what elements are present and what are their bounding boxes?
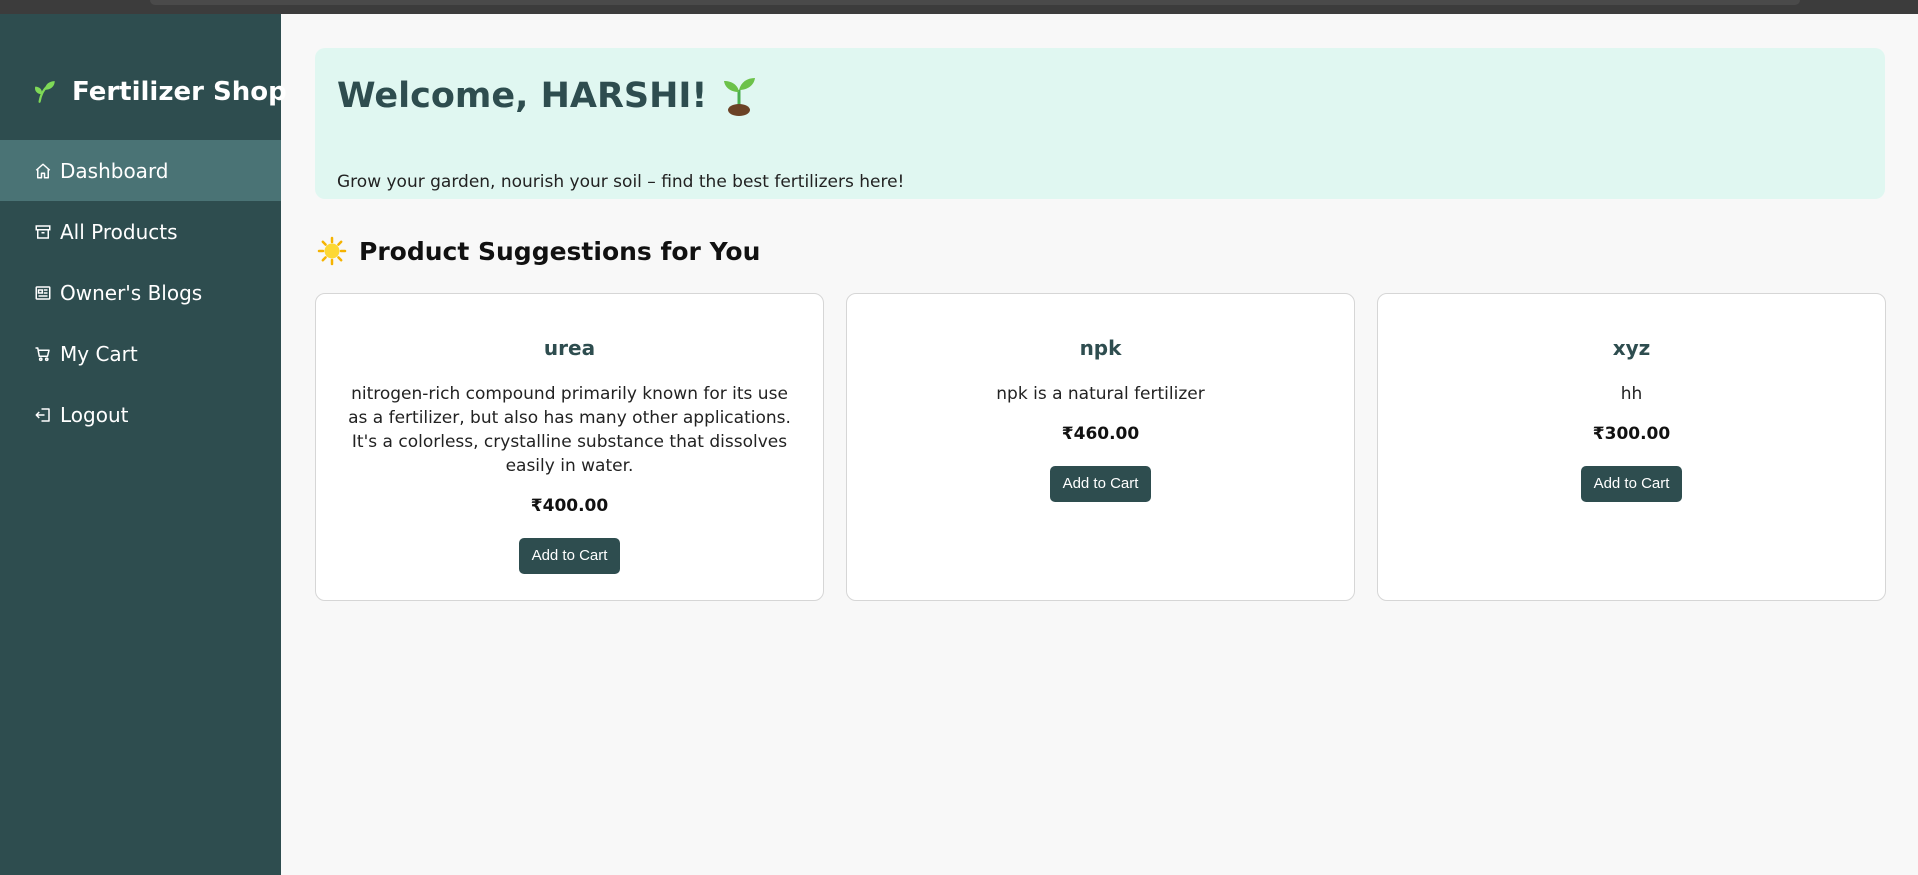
add-to-cart-button[interactable]: Add to Cart bbox=[518, 538, 621, 574]
product-card: xyz hh ₹300.00 Add to Cart bbox=[1377, 293, 1886, 601]
product-description: npk is a natural fertilizer bbox=[996, 384, 1205, 404]
logout-icon bbox=[35, 407, 50, 422]
product-name: xyz bbox=[1612, 336, 1651, 360]
brand-title: Fertilizer Shop bbox=[72, 77, 287, 107]
archive-box-icon bbox=[35, 224, 51, 239]
newspaper-icon bbox=[35, 285, 51, 300]
add-to-cart-button[interactable]: Add to Cart bbox=[1049, 466, 1152, 502]
sidebar-item-logout[interactable]: Logout bbox=[0, 384, 281, 445]
main-content: Welcome, HARSHI! Grow your garden, nouri… bbox=[281, 14, 1918, 875]
sidebar-item-label: My Cart bbox=[60, 341, 138, 366]
cart-icon bbox=[35, 346, 50, 361]
product-name: urea bbox=[543, 336, 596, 360]
sidebar-item-label: All Products bbox=[60, 219, 178, 244]
sidebar-item-owners-blogs[interactable]: Owner's Blogs bbox=[0, 262, 281, 323]
welcome-heading: Welcome, HARSHI! bbox=[337, 76, 757, 116]
suggestions-heading: Product Suggestions for You bbox=[317, 236, 760, 266]
welcome-subtitle: Grow your garden, nourish your soil – fi… bbox=[337, 172, 905, 192]
product-price: ₹400.00 bbox=[530, 496, 609, 516]
browser-tab-strip bbox=[150, 0, 1800, 5]
sidebar-item-label: Dashboard bbox=[60, 158, 169, 183]
product-name: npk bbox=[1079, 336, 1122, 360]
welcome-banner: Welcome, HARSHI! Grow your garden, nouri… bbox=[315, 48, 1885, 199]
product-price: ₹300.00 bbox=[1592, 424, 1671, 444]
welcome-title: Welcome, HARSHI! bbox=[337, 76, 708, 116]
sidebar-nav: Dashboard All Products Owner's Blogs My … bbox=[0, 140, 281, 445]
brand[interactable]: Fertilizer Shop bbox=[32, 74, 287, 110]
suggestions-title: Product Suggestions for You bbox=[359, 236, 761, 266]
browser-top-bar bbox=[0, 0, 1918, 14]
product-list: urea nitrogen-rich compound primarily kn… bbox=[315, 293, 1886, 601]
sidebar-item-label: Logout bbox=[60, 402, 129, 427]
product-card: npk npk is a natural fertilizer ₹460.00 … bbox=[846, 293, 1355, 601]
product-description: nitrogen-rich compound primarily known f… bbox=[348, 384, 791, 476]
sun-icon bbox=[317, 236, 347, 266]
sidebar-item-my-cart[interactable]: My Cart bbox=[0, 323, 281, 384]
seedling-icon bbox=[724, 78, 756, 116]
sidebar-item-all-products[interactable]: All Products bbox=[0, 201, 281, 262]
sidebar: Fertilizer Shop Dashboard All Products O… bbox=[0, 14, 287, 875]
product-card: urea nitrogen-rich compound primarily kn… bbox=[315, 293, 824, 601]
sidebar-item-label: Owner's Blogs bbox=[60, 280, 203, 305]
add-to-cart-button[interactable]: Add to Cart bbox=[1580, 466, 1683, 502]
home-icon bbox=[35, 163, 51, 178]
product-description: hh bbox=[1620, 384, 1643, 404]
sidebar-item-dashboard[interactable]: Dashboard bbox=[0, 140, 281, 201]
product-price: ₹460.00 bbox=[1061, 424, 1140, 444]
leaf-icon bbox=[34, 81, 55, 103]
